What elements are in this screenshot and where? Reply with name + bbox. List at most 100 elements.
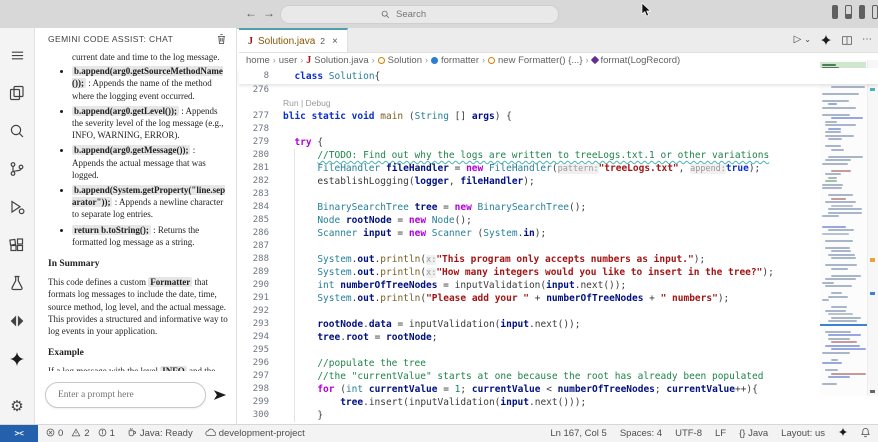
toggle-panel-icon[interactable] [845, 5, 852, 19]
source-control-icon[interactable] [5, 150, 29, 188]
minimap-line [825, 145, 841, 147]
code-line[interactable]: 280 //TODO: Find out why the logs are wr… [239, 149, 878, 162]
breadcrumb-item[interactable]: J Solution.java [306, 55, 368, 66]
code-line[interactable]: 295 [239, 344, 878, 357]
code-line[interactable]: 282 establishLogging(logger, fileHandler… [239, 175, 878, 188]
prompt-input[interactable] [56, 389, 195, 401]
code-line[interactable]: 300 } [239, 409, 878, 422]
settings-gear-icon[interactable]: ⚙ [5, 387, 29, 425]
chat-message-body: current date and time to the log message… [35, 49, 236, 371]
minimap-line [822, 187, 842, 189]
minimap-line [828, 127, 842, 130]
minimap-line [828, 138, 843, 140]
code-line[interactable]: 286 Scanner input = new Scanner (System.… [239, 227, 878, 240]
code-line[interactable]: 291 System.out.println("Please add your … [239, 292, 878, 305]
minimap[interactable] [820, 60, 868, 396]
code-line[interactable]: 284 BinarySearchTree tree = new BinarySe… [239, 201, 878, 214]
minimap-line [825, 124, 856, 126]
chevron-down-icon[interactable]: ⌄ [804, 36, 811, 44]
overview-ruler[interactable] [867, 60, 878, 396]
code-line[interactable]: 298 for (int currentValue = 1; currentVa… [239, 383, 878, 396]
status-item[interactable]: UTF-8 [675, 428, 702, 439]
status-item[interactable]: Layout: us [781, 428, 825, 439]
command-center-search[interactable] [280, 5, 559, 24]
breadcrumb-item[interactable]: new Formatter() {...} [488, 55, 583, 66]
code-line[interactable]: 292 [239, 305, 878, 318]
status-item[interactable]: Spaces: 4 [620, 428, 662, 439]
warning-icon [71, 427, 81, 440]
minimap-line [825, 239, 853, 242]
code-line[interactable]: 277 blic static void main (String [] args… [239, 110, 878, 123]
status-item[interactable]: {} Java [739, 428, 768, 439]
inline-code-chip: b.append(arg0.getLevel()); [72, 105, 179, 116]
line-number: 293 [252, 319, 269, 329]
breadcrumb-item[interactable]: format(LogRecord) [590, 55, 680, 66]
code-line[interactable]: 296 //populate the tree [239, 357, 878, 370]
menu-icon[interactable] [5, 36, 29, 74]
code-line[interactable]: 290 int numberOfTreeNodes = inputValidat… [239, 279, 878, 292]
minimap-line [822, 383, 838, 385]
code-line[interactable]: 289 System.out.println(x:"How many integ… [239, 266, 878, 279]
minimap-line [825, 278, 857, 280]
toggle-sidebar-right-icon[interactable] [858, 5, 865, 19]
breadcrumb-item[interactable]: Solution [377, 55, 422, 66]
testing-icon[interactable] [5, 264, 29, 302]
tab-solution-java[interactable]: J Solution.java 2 × [239, 28, 348, 52]
breadcrumb-separator: › [425, 55, 428, 65]
code-line[interactable]: 287 [239, 240, 878, 253]
compare-arrows-icon[interactable] [5, 302, 29, 340]
toggle-sidebar-left-icon[interactable] [832, 5, 839, 19]
code-line[interactable]: 294 tree.root = rootNode; [239, 331, 878, 344]
minimap-line [825, 309, 846, 312]
code-line[interactable]: 278 [239, 123, 878, 136]
code-line[interactable]: 297 //the "currentValue" starts at one b… [239, 370, 878, 383]
forward-button[interactable]: → [263, 6, 275, 20]
gemini-sparkle-icon[interactable] [820, 34, 832, 46]
breadcrumb-separator: › [300, 55, 304, 65]
explorer-icon[interactable] [5, 74, 29, 112]
problems-indicator[interactable]: 0 2 1 [46, 427, 115, 440]
line-number: 292 [252, 306, 269, 316]
run-icon[interactable]: ▷ [794, 35, 802, 45]
trash-icon[interactable] [216, 33, 227, 45]
code-line[interactable]: 276 [239, 84, 878, 97]
search-input[interactable] [394, 8, 458, 21]
breadcrumb-item[interactable]: user [279, 55, 297, 66]
code-line[interactable]: 285 Node rootNode = new Node(); [239, 214, 878, 227]
code-line[interactable]: 283 [239, 188, 878, 201]
codelens-row[interactable]: Run | Debug [239, 97, 878, 110]
code-line[interactable]: 293 rootNode.data = inputValidation(inpu… [239, 318, 878, 331]
minimap-line [828, 229, 855, 231]
extensions-icon[interactable] [5, 226, 29, 264]
more-actions-icon[interactable]: ⋯ [862, 35, 872, 45]
breadcrumb-item[interactable]: home [246, 55, 270, 66]
minimap-line [825, 264, 857, 266]
cloud-project[interactable]: development-project [205, 428, 305, 440]
sticky-code-line[interactable]: 8 class Solution{ [239, 70, 381, 83]
gemini-sparkle-icon[interactable] [5, 340, 29, 378]
customize-layout-icon[interactable] [871, 5, 878, 19]
status-item[interactable]: LF [715, 428, 726, 439]
code-line[interactable]: 281 FileHandler fileHandler = new FileHa… [239, 162, 878, 175]
code-line[interactable]: 299 tree.insert(inputValidation(input.ne… [239, 396, 878, 409]
bell-icon[interactable] [861, 427, 870, 441]
tab-close-icon[interactable]: × [332, 36, 338, 47]
back-button[interactable]: ← [245, 6, 257, 20]
status-item[interactable]: Ln 167, Col 5 [550, 428, 607, 439]
search-icon[interactable] [5, 112, 29, 150]
minimap-line [822, 106, 856, 109]
split-editor-icon[interactable] [841, 35, 853, 46]
code-area[interactable]: 276 Run | Debug 277 blic static void main (… [239, 84, 878, 425]
java-status[interactable]: Java: Ready [127, 427, 193, 440]
send-icon[interactable] [212, 388, 228, 402]
minimap-line [828, 337, 851, 340]
code-line[interactable]: 279 try { [239, 136, 878, 149]
run-debug-icon[interactable] [5, 188, 29, 226]
prompt-input-pill[interactable] [45, 382, 206, 408]
remote-indicator[interactable]: >< [0, 425, 38, 442]
breadcrumb-item[interactable]: formatter [431, 55, 479, 66]
gemini-sparkle-icon[interactable] [838, 427, 848, 440]
line-number: 284 [252, 202, 269, 212]
sticky-scroll-line[interactable]: 8 class Solution{ [239, 68, 878, 84]
code-line[interactable]: 288 System.out.println(x:"This program o… [239, 253, 878, 266]
